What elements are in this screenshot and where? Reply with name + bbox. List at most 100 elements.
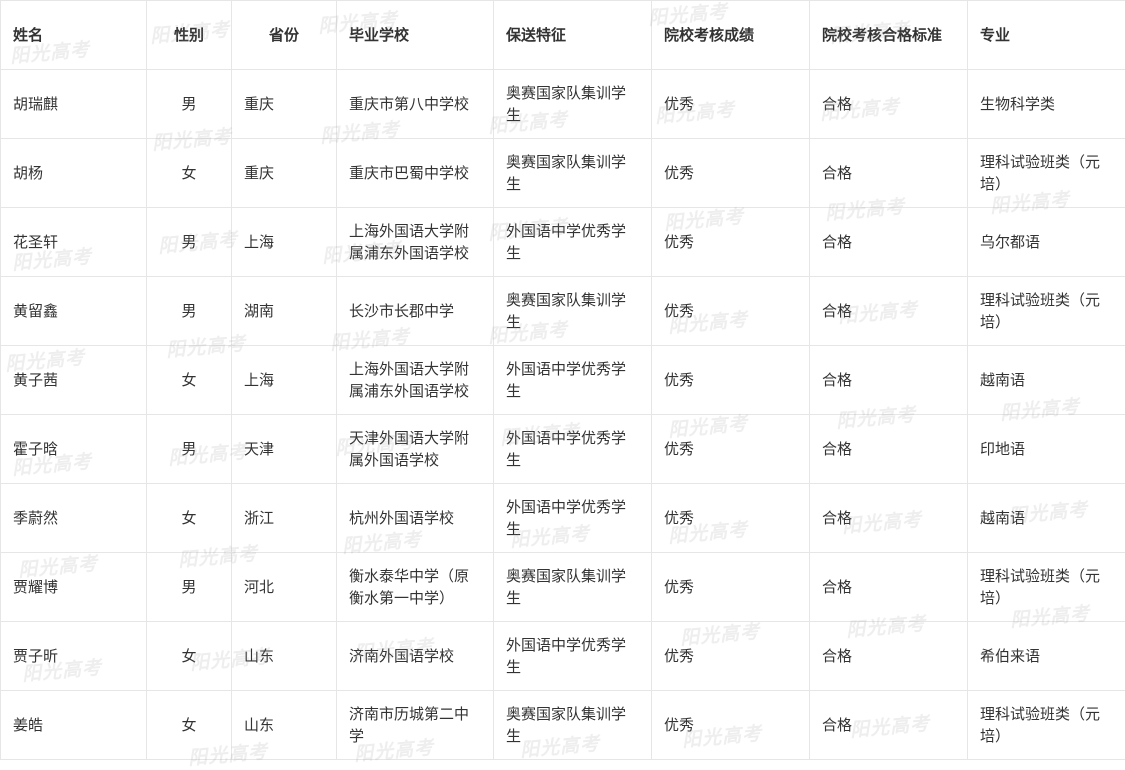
cell-gender: 男 xyxy=(147,70,232,139)
cell-name: 姜皓 xyxy=(1,691,147,760)
table-row: 季蔚然女浙江杭州外国语学校外国语中学优秀学生优秀合格越南语 xyxy=(1,484,1125,553)
cell-score: 优秀 xyxy=(652,346,810,415)
cell-major: 理科试验班类（元培） xyxy=(968,691,1125,760)
cell-school: 杭州外国语学校 xyxy=(337,484,494,553)
cell-score: 优秀 xyxy=(652,415,810,484)
cell-standard: 合格 xyxy=(810,70,968,139)
table-row: 花圣轩男上海上海外国语大学附属浦东外国语学校外国语中学优秀学生优秀合格乌尔都语 xyxy=(1,208,1125,277)
table-body: 胡瑞麒男重庆重庆市第八中学校奥赛国家队集训学生优秀合格生物科学类胡杨女重庆重庆市… xyxy=(1,70,1125,760)
cell-name: 胡瑞麒 xyxy=(1,70,147,139)
table-row: 贾子昕女山东济南外国语学校外国语中学优秀学生优秀合格希伯来语 xyxy=(1,622,1125,691)
header-row: 姓名 性别 省份 毕业学校 保送特征 院校考核成绩 院校考核合格标准 专业 xyxy=(1,1,1125,70)
cell-score: 优秀 xyxy=(652,208,810,277)
cell-name: 胡杨 xyxy=(1,139,147,208)
cell-major: 越南语 xyxy=(968,484,1125,553)
cell-feature: 奥赛国家队集训学生 xyxy=(494,70,652,139)
cell-score: 优秀 xyxy=(652,691,810,760)
cell-standard: 合格 xyxy=(810,622,968,691)
cell-gender: 女 xyxy=(147,484,232,553)
column-header-name: 姓名 xyxy=(1,1,147,70)
table-row: 胡瑞麒男重庆重庆市第八中学校奥赛国家队集训学生优秀合格生物科学类 xyxy=(1,70,1125,139)
cell-name: 黄子茜 xyxy=(1,346,147,415)
cell-score: 优秀 xyxy=(652,277,810,346)
column-header-score: 院校考核成绩 xyxy=(652,1,810,70)
cell-standard: 合格 xyxy=(810,553,968,622)
cell-feature: 奥赛国家队集训学生 xyxy=(494,139,652,208)
cell-score: 优秀 xyxy=(652,622,810,691)
cell-standard: 合格 xyxy=(810,415,968,484)
cell-gender: 男 xyxy=(147,553,232,622)
cell-major: 理科试验班类（元培） xyxy=(968,139,1125,208)
cell-province: 重庆 xyxy=(232,139,337,208)
column-header-school: 毕业学校 xyxy=(337,1,494,70)
cell-province: 天津 xyxy=(232,415,337,484)
cell-gender: 女 xyxy=(147,691,232,760)
cell-gender: 男 xyxy=(147,277,232,346)
table-row: 姜皓女山东济南市历城第二中学奥赛国家队集训学生优秀合格理科试验班类（元培） xyxy=(1,691,1125,760)
cell-feature: 外国语中学优秀学生 xyxy=(494,208,652,277)
cell-school: 衡水泰华中学（原衡水第一中学） xyxy=(337,553,494,622)
cell-province: 上海 xyxy=(232,346,337,415)
cell-feature: 外国语中学优秀学生 xyxy=(494,415,652,484)
table-row: 胡杨女重庆重庆市巴蜀中学校奥赛国家队集训学生优秀合格理科试验班类（元培） xyxy=(1,139,1125,208)
cell-school: 上海外国语大学附属浦东外国语学校 xyxy=(337,208,494,277)
cell-standard: 合格 xyxy=(810,139,968,208)
cell-standard: 合格 xyxy=(810,277,968,346)
cell-feature: 外国语中学优秀学生 xyxy=(494,622,652,691)
cell-name: 贾子昕 xyxy=(1,622,147,691)
cell-province: 浙江 xyxy=(232,484,337,553)
column-header-province: 省份 xyxy=(232,1,337,70)
table-header: 姓名 性别 省份 毕业学校 保送特征 院校考核成绩 院校考核合格标准 专业 xyxy=(1,1,1125,70)
cell-name: 贾耀博 xyxy=(1,553,147,622)
cell-province: 上海 xyxy=(232,208,337,277)
cell-feature: 奥赛国家队集训学生 xyxy=(494,691,652,760)
cell-standard: 合格 xyxy=(810,484,968,553)
cell-school: 长沙市长郡中学 xyxy=(337,277,494,346)
cell-major: 乌尔都语 xyxy=(968,208,1125,277)
admissions-table: 姓名 性别 省份 毕业学校 保送特征 院校考核成绩 院校考核合格标准 专业 胡瑞… xyxy=(0,0,1125,760)
cell-standard: 合格 xyxy=(810,346,968,415)
cell-major: 印地语 xyxy=(968,415,1125,484)
cell-name: 季蔚然 xyxy=(1,484,147,553)
cell-school: 天津外国语大学附属外国语学校 xyxy=(337,415,494,484)
table-row: 黄子茜女上海上海外国语大学附属浦东外国语学校外国语中学优秀学生优秀合格越南语 xyxy=(1,346,1125,415)
column-header-standard: 院校考核合格标准 xyxy=(810,1,968,70)
cell-feature: 外国语中学优秀学生 xyxy=(494,484,652,553)
cell-province: 湖南 xyxy=(232,277,337,346)
column-header-feature: 保送特征 xyxy=(494,1,652,70)
cell-province: 重庆 xyxy=(232,70,337,139)
table-row: 霍子晗男天津天津外国语大学附属外国语学校外国语中学优秀学生优秀合格印地语 xyxy=(1,415,1125,484)
cell-score: 优秀 xyxy=(652,139,810,208)
cell-school: 上海外国语大学附属浦东外国语学校 xyxy=(337,346,494,415)
column-header-gender: 性别 xyxy=(147,1,232,70)
table-row: 黄留鑫男湖南长沙市长郡中学奥赛国家队集训学生优秀合格理科试验班类（元培） xyxy=(1,277,1125,346)
table-row: 贾耀博男河北衡水泰华中学（原衡水第一中学）奥赛国家队集训学生优秀合格理科试验班类… xyxy=(1,553,1125,622)
cell-score: 优秀 xyxy=(652,484,810,553)
column-header-major: 专业 xyxy=(968,1,1125,70)
cell-standard: 合格 xyxy=(810,691,968,760)
cell-gender: 女 xyxy=(147,622,232,691)
cell-school: 济南外国语学校 xyxy=(337,622,494,691)
cell-name: 花圣轩 xyxy=(1,208,147,277)
cell-feature: 外国语中学优秀学生 xyxy=(494,346,652,415)
cell-major: 理科试验班类（元培） xyxy=(968,553,1125,622)
cell-school: 济南市历城第二中学 xyxy=(337,691,494,760)
cell-major: 生物科学类 xyxy=(968,70,1125,139)
cell-school: 重庆市第八中学校 xyxy=(337,70,494,139)
cell-gender: 女 xyxy=(147,346,232,415)
cell-province: 河北 xyxy=(232,553,337,622)
cell-standard: 合格 xyxy=(810,208,968,277)
cell-gender: 女 xyxy=(147,139,232,208)
cell-name: 霍子晗 xyxy=(1,415,147,484)
cell-gender: 男 xyxy=(147,208,232,277)
cell-name: 黄留鑫 xyxy=(1,277,147,346)
cell-province: 山东 xyxy=(232,622,337,691)
cell-gender: 男 xyxy=(147,415,232,484)
cell-school: 重庆市巴蜀中学校 xyxy=(337,139,494,208)
cell-score: 优秀 xyxy=(652,70,810,139)
cell-major: 理科试验班类（元培） xyxy=(968,277,1125,346)
cell-province: 山东 xyxy=(232,691,337,760)
cell-score: 优秀 xyxy=(652,553,810,622)
cell-feature: 奥赛国家队集训学生 xyxy=(494,553,652,622)
cell-feature: 奥赛国家队集训学生 xyxy=(494,277,652,346)
